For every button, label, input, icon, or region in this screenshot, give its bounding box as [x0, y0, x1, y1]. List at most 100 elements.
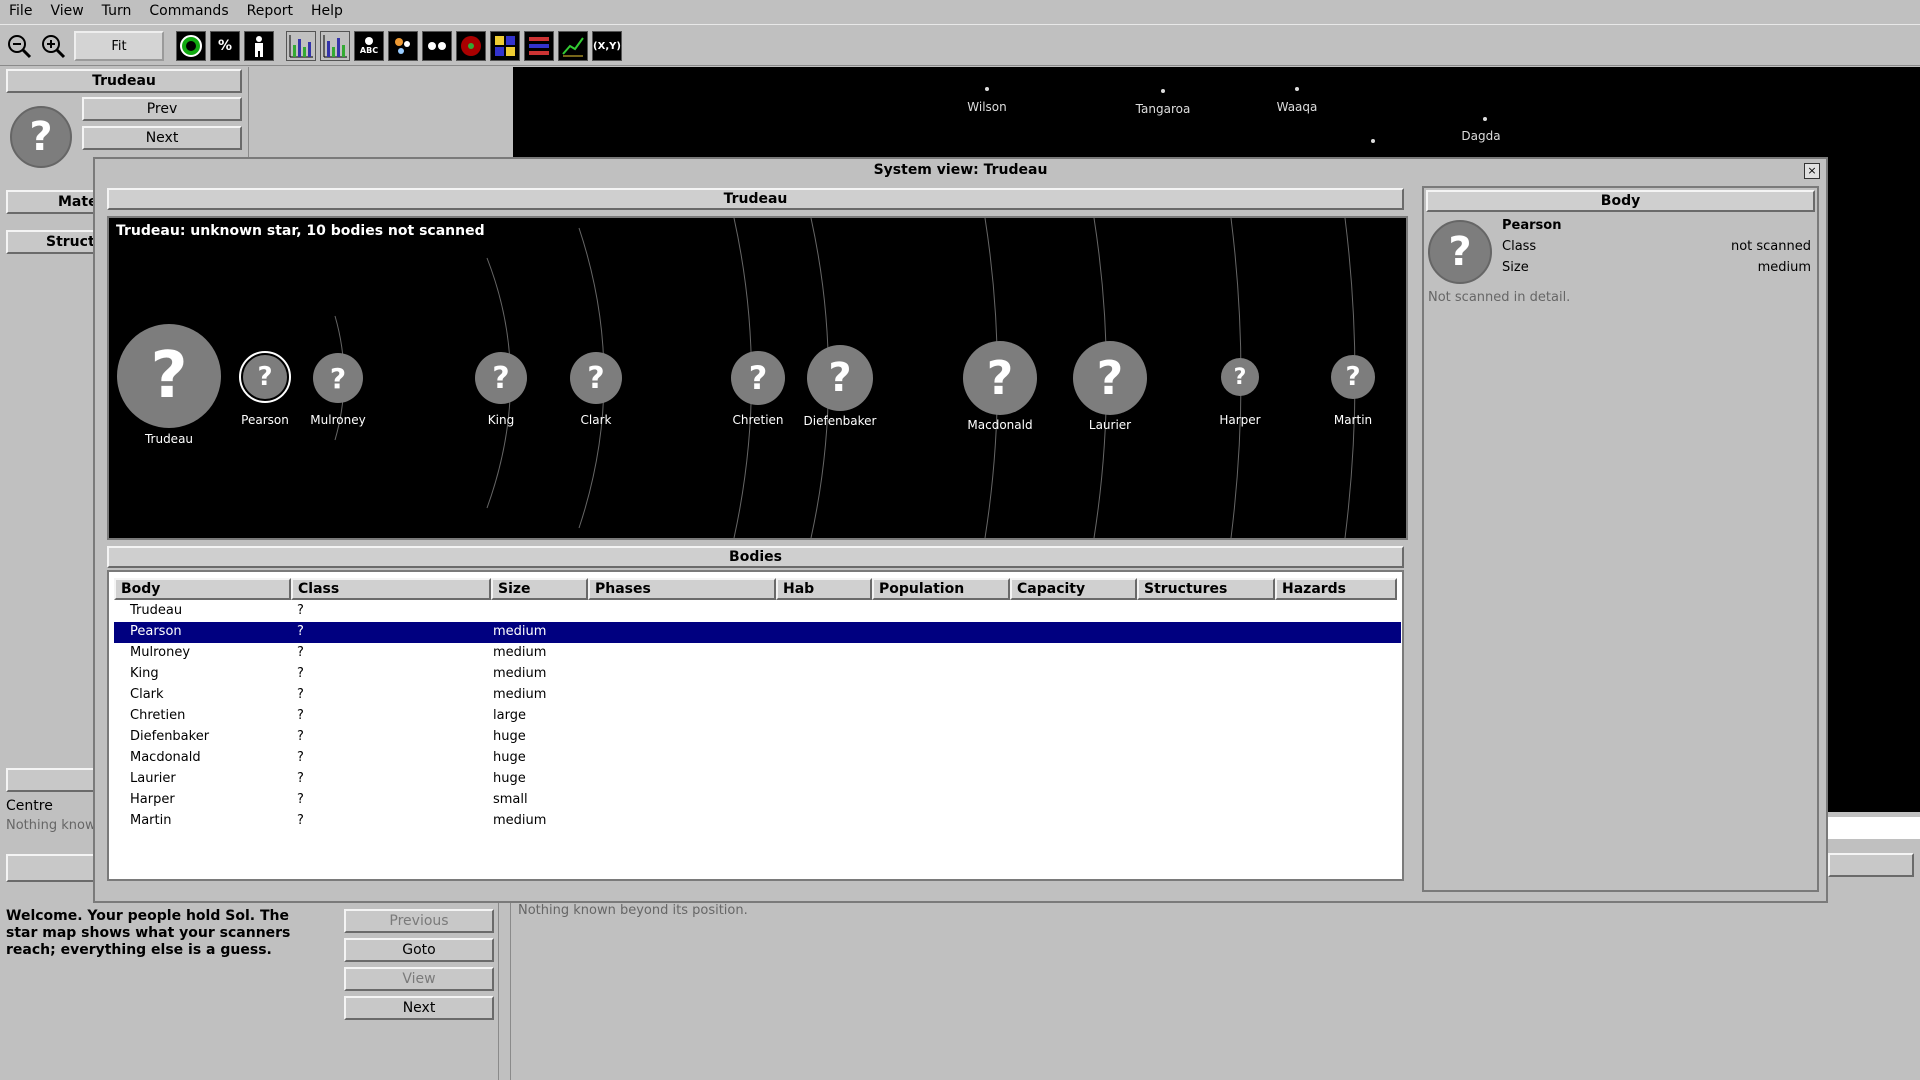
body-diefenbaker[interactable]: ?: [807, 345, 873, 411]
cell-class: ?: [297, 729, 304, 744]
list-icon[interactable]: [524, 31, 554, 61]
table-row-selected[interactable]: Pearson ? medium: [114, 622, 1401, 643]
zoom-out-icon[interactable]: [4, 31, 34, 61]
table-row[interactable]: King ? medium: [114, 664, 1401, 685]
menu-file[interactable]: File: [0, 3, 41, 19]
col-header-hab[interactable]: Hab: [776, 578, 872, 600]
table-row[interactable]: Macdonald ? huge: [114, 748, 1401, 769]
next-message-button[interactable]: Next: [344, 996, 494, 1020]
percent-icon[interactable]: %: [210, 31, 240, 61]
cell-size: small: [493, 792, 528, 807]
menu-turn[interactable]: Turn: [93, 3, 141, 19]
table-row[interactable]: Trudeau ?: [114, 601, 1401, 622]
planet-icon[interactable]: [176, 31, 206, 61]
col-header-size[interactable]: Size: [491, 578, 588, 600]
prev-button[interactable]: Prev: [82, 97, 242, 121]
bar-chart-icon[interactable]: [286, 31, 316, 61]
body-star-trudeau[interactable]: ?: [117, 324, 221, 428]
cell-size: medium: [493, 666, 547, 681]
body-label: Martin: [1333, 413, 1373, 427]
person-icon[interactable]: [244, 31, 274, 61]
cell-class: ?: [297, 666, 304, 681]
body-king[interactable]: ?: [475, 352, 527, 404]
body-macdonald[interactable]: ?: [963, 341, 1037, 415]
binary-icon[interactable]: [422, 31, 452, 61]
system-orbit-view[interactable]: Trudeau: unknown star, 10 bodies not sca…: [107, 216, 1408, 540]
body-laurier[interactable]: ?: [1073, 341, 1147, 415]
cell-body: Martin: [130, 813, 172, 828]
fit-button[interactable]: Fit: [74, 31, 164, 61]
map-star[interactable]: [1483, 117, 1487, 121]
cell-class: ?: [297, 687, 304, 702]
xy-icon[interactable]: (X,Y): [592, 31, 622, 61]
body-panel-header: Body: [1426, 190, 1815, 212]
map-star[interactable]: [985, 87, 989, 91]
cell-class: ?: [297, 792, 304, 807]
abc-label-icon[interactable]: ABC: [354, 31, 384, 61]
body-label: Pearson: [241, 413, 289, 427]
menu-report[interactable]: Report: [238, 3, 302, 19]
map-star[interactable]: [1161, 89, 1165, 93]
col-header-population[interactable]: Population: [872, 578, 1010, 600]
size-label: Size: [1502, 260, 1529, 275]
body-label: Harper: [1219, 413, 1261, 427]
col-header-hazards[interactable]: Hazards: [1275, 578, 1397, 600]
cell-class: ?: [297, 624, 304, 639]
bar-chart-2-icon[interactable]: [320, 31, 350, 61]
target-icon[interactable]: [456, 31, 486, 61]
star-name-button[interactable]: Trudeau: [6, 69, 242, 93]
cell-body: Pearson: [130, 624, 182, 639]
col-header-phases[interactable]: Phases: [588, 578, 776, 600]
dialog-title: System view: Trudeau: [873, 162, 1048, 178]
body-label: King: [487, 413, 515, 427]
body-clark[interactable]: ?: [570, 352, 622, 404]
map-status-bar: [1828, 817, 1920, 839]
menu-bar: File View Turn Commands Report Help: [0, 0, 1920, 22]
map-side-button[interactable]: [1828, 853, 1914, 877]
table-row[interactable]: Diefenbaker ? huge: [114, 727, 1401, 748]
cell-class: ?: [297, 813, 304, 828]
body-chretien[interactable]: ?: [731, 351, 785, 405]
cell-size: medium: [493, 645, 547, 660]
goto-button[interactable]: Goto: [344, 938, 494, 962]
table-row[interactable]: Mulroney ? medium: [114, 643, 1401, 664]
col-header-structures[interactable]: Structures: [1137, 578, 1275, 600]
table-row[interactable]: Martin ? medium: [114, 811, 1401, 832]
body-martin[interactable]: ?: [1331, 355, 1375, 399]
table-row[interactable]: Clark ? medium: [114, 685, 1401, 706]
cell-body: King: [130, 666, 159, 681]
dots-icon[interactable]: [388, 31, 418, 61]
map-star[interactable]: [1371, 139, 1375, 143]
cell-body: Macdonald: [130, 750, 201, 765]
col-header-class[interactable]: Class: [291, 578, 491, 600]
body-pearson[interactable]: ?: [243, 355, 287, 399]
col-header-body[interactable]: Body: [114, 578, 291, 600]
map-star-label: Wilson: [967, 100, 1007, 114]
map-star-label: Waaqa: [1276, 100, 1318, 114]
cell-body: Clark: [130, 687, 164, 702]
menu-help[interactable]: Help: [302, 3, 352, 19]
map-star[interactable]: [1295, 87, 1299, 91]
detail-text: Nothing known beyond its position.: [518, 903, 748, 918]
menu-commands[interactable]: Commands: [140, 3, 237, 19]
body-harper[interactable]: ?: [1221, 358, 1259, 396]
toolbar: Fit % ABC (X,Y): [0, 24, 1920, 66]
menu-view[interactable]: View: [41, 3, 92, 19]
table-row[interactable]: Chretien ? large: [114, 706, 1401, 727]
previous-message-button[interactable]: Previous: [344, 909, 494, 933]
body-mulroney[interactable]: ?: [313, 353, 363, 403]
view-button[interactable]: View: [344, 967, 494, 991]
table-row[interactable]: Harper ? small: [114, 790, 1401, 811]
body-label: Diefenbaker: [803, 414, 877, 428]
table-row[interactable]: Laurier ? huge: [114, 769, 1401, 790]
map-star-label: Dagda: [1461, 129, 1501, 143]
cell-class: ?: [297, 645, 304, 660]
next-button[interactable]: Next: [82, 126, 242, 150]
bodies-table: Body Class Size Phases Hab Population Ca…: [107, 570, 1404, 881]
close-icon[interactable]: ×: [1804, 163, 1820, 179]
grid-icon[interactable]: [490, 31, 520, 61]
line-chart-icon[interactable]: [558, 31, 588, 61]
zoom-in-icon[interactable]: [38, 31, 68, 61]
body-detail-icon: ?: [1428, 220, 1492, 284]
col-header-capacity[interactable]: Capacity: [1010, 578, 1137, 600]
